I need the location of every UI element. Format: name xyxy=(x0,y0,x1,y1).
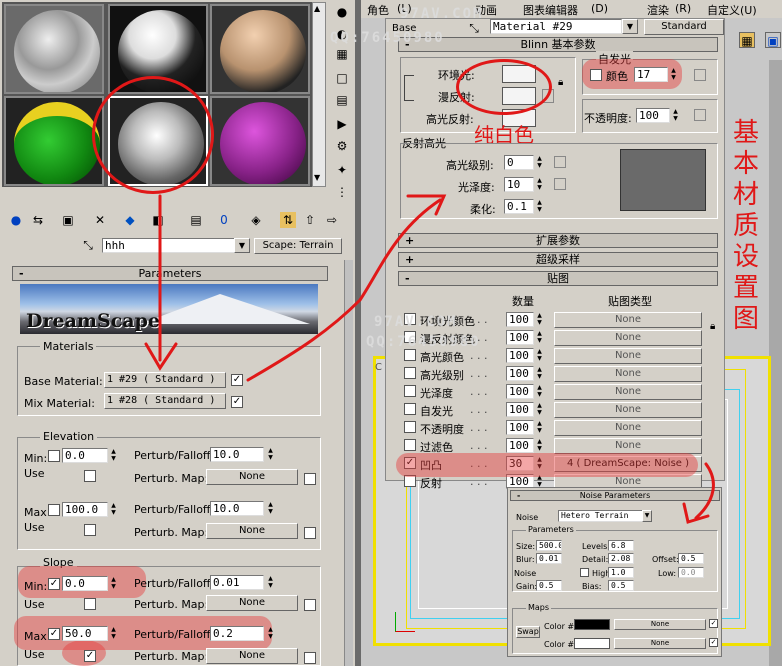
annotation-arrows xyxy=(144,194,715,524)
watermark-qq-top: QQ:76450980 xyxy=(330,30,445,46)
watermark-site-mid: 97AV.COM xyxy=(374,314,458,330)
arrow-base-to-diffuse xyxy=(246,198,442,382)
watermark-qq-mid: QQ:76450980 xyxy=(366,334,481,350)
watermark-site-top: 97AV.COM xyxy=(400,6,484,22)
arrow-bump-to-noise xyxy=(694,462,715,520)
